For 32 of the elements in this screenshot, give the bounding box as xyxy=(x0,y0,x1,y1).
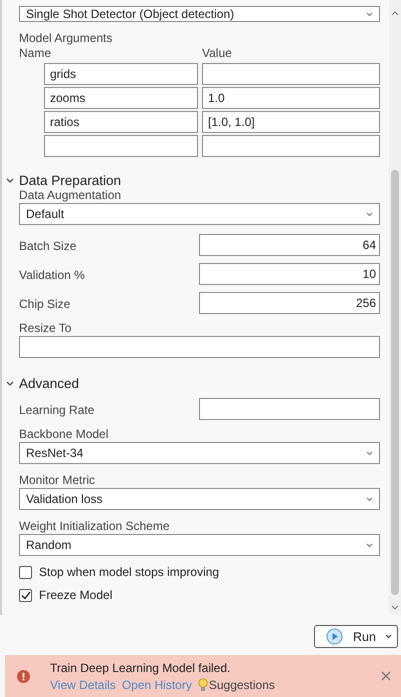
table-cell[interactable]: [1.0, 1.0] xyxy=(202,111,380,133)
dropdown[interactable]: Validation loss xyxy=(19,488,380,510)
field-label: Weight Initialization Scheme xyxy=(19,519,171,534)
input-field[interactable]: 64 xyxy=(199,234,380,256)
dropdown[interactable]: Single Shot Detector (Object detection) xyxy=(19,6,380,22)
error-message: Train Deep Learning Model failed. xyxy=(50,660,232,674)
field-label: Data Augmentation xyxy=(19,188,122,203)
checkbox-label: Freeze Model xyxy=(39,588,112,602)
checkbox-label: Stop when model stops improving xyxy=(39,565,220,579)
table-cell[interactable]: 1.0 xyxy=(202,87,380,109)
column-header: Value xyxy=(202,46,232,60)
column-header: Name xyxy=(19,46,52,60)
input-field[interactable]: 10 xyxy=(199,263,380,285)
table-cell[interactable]: ratios xyxy=(44,111,198,133)
table-cell[interactable]: grids xyxy=(44,63,198,85)
section-header[interactable]: Data Preparation xyxy=(19,173,122,188)
field-label: Backbone Model xyxy=(19,427,110,442)
run-button[interactable]: Run xyxy=(314,625,398,648)
section-header[interactable]: Advanced xyxy=(19,376,80,391)
table-cell[interactable]: zooms xyxy=(44,87,198,109)
dropdown[interactable]: ResNet-34 xyxy=(19,442,380,464)
field-label: Validation % xyxy=(19,268,85,282)
field-label: Chip Size xyxy=(19,296,70,312)
suggestions-link[interactable]: Suggestions xyxy=(208,678,275,692)
field-label: Model Arguments xyxy=(19,31,114,46)
field-label: Monitor Metric xyxy=(19,473,96,488)
dropdown[interactable]: Default xyxy=(19,203,380,225)
field-label: Learning Rate xyxy=(19,402,94,418)
dropdown[interactable]: Random xyxy=(19,534,380,556)
field-label: Resize To xyxy=(19,321,72,336)
field-label: Batch Size xyxy=(19,238,76,254)
input-field[interactable]: 256 xyxy=(199,292,380,314)
